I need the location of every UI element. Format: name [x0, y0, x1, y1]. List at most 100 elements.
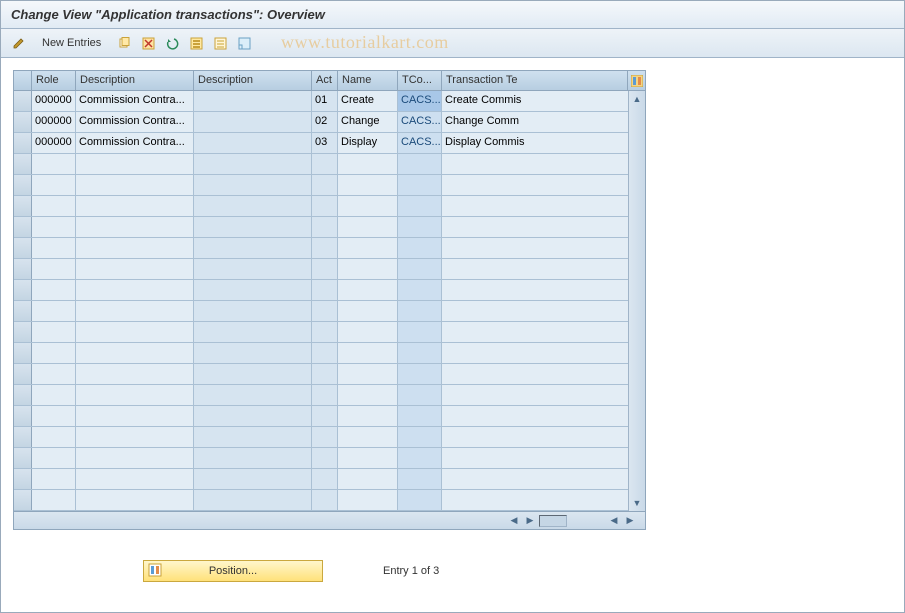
col-transaction-text[interactable]: Transaction Te	[442, 71, 538, 90]
table-row	[14, 196, 645, 217]
cell-role[interactable]: 000000	[32, 133, 76, 153]
cell-desc2	[194, 448, 312, 468]
entry-counter: Entry 1 of 3	[383, 565, 439, 577]
cell-act	[312, 385, 338, 405]
scroll-left-2-icon[interactable]: ◀	[607, 514, 621, 528]
row-selector[interactable]	[14, 385, 32, 405]
cell-act	[312, 217, 338, 237]
toggle-change-icon[interactable]	[9, 33, 29, 53]
undo-icon[interactable]	[162, 33, 182, 53]
cell-name[interactable]: Change	[338, 112, 398, 132]
cell-desc2[interactable]	[194, 91, 312, 111]
cell-desc2[interactable]	[194, 112, 312, 132]
cell-desc2	[194, 196, 312, 216]
cell-tcode[interactable]: CACS...	[398, 91, 442, 111]
cell-trtext	[442, 490, 538, 510]
table-row	[14, 448, 645, 469]
cell-desc1	[76, 196, 194, 216]
cell-name[interactable]: Create	[338, 91, 398, 111]
table-row	[14, 217, 645, 238]
cell-desc1	[76, 217, 194, 237]
row-selector[interactable]	[14, 217, 32, 237]
scroll-down-icon[interactable]: ▼	[629, 495, 645, 511]
cell-desc2	[194, 259, 312, 279]
cell-tcode	[398, 427, 442, 447]
cell-act[interactable]: 01	[312, 91, 338, 111]
row-selector[interactable]	[14, 427, 32, 447]
table-row	[14, 343, 645, 364]
row-selector[interactable]	[14, 448, 32, 468]
col-description-2[interactable]: Description	[194, 71, 312, 90]
scroll-left-icon[interactable]: ◀	[507, 514, 521, 528]
scroll-right-icon[interactable]: ▶	[523, 514, 537, 528]
cell-trtext[interactable]: Display Commis	[442, 133, 538, 153]
cell-role[interactable]: 000000	[32, 112, 76, 132]
row-selector[interactable]	[14, 91, 32, 111]
table-settings-icon[interactable]	[234, 33, 254, 53]
row-selector[interactable]	[14, 280, 32, 300]
cell-desc1	[76, 469, 194, 489]
col-description-1[interactable]: Description	[76, 71, 194, 90]
cell-name	[338, 259, 398, 279]
table-row	[14, 469, 645, 490]
col-tcode[interactable]: TCo...	[398, 71, 442, 90]
cell-act[interactable]: 03	[312, 133, 338, 153]
cell-tcode	[398, 385, 442, 405]
table-row	[14, 154, 645, 175]
cell-name	[338, 427, 398, 447]
cell-tcode	[398, 217, 442, 237]
delete-icon[interactable]	[138, 33, 158, 53]
row-selector[interactable]	[14, 175, 32, 195]
deselect-all-icon[interactable]	[210, 33, 230, 53]
cell-act[interactable]: 02	[312, 112, 338, 132]
select-all-header[interactable]	[14, 71, 32, 90]
cell-tcode[interactable]: CACS...	[398, 133, 442, 153]
scroll-right-2-icon[interactable]: ▶	[623, 514, 637, 528]
row-selector[interactable]	[14, 196, 32, 216]
table-row	[14, 322, 645, 343]
cell-desc2	[194, 343, 312, 363]
vertical-scrollbar[interactable]: ▲ ▼	[628, 91, 645, 511]
cell-trtext[interactable]: Change Comm	[442, 112, 538, 132]
cell-desc2[interactable]	[194, 133, 312, 153]
row-selector[interactable]	[14, 469, 32, 489]
row-selector[interactable]	[14, 301, 32, 321]
row-selector[interactable]	[14, 154, 32, 174]
row-selector[interactable]	[14, 133, 32, 153]
cell-role[interactable]: 000000	[32, 91, 76, 111]
row-selector[interactable]	[14, 364, 32, 384]
copy-icon[interactable]	[114, 33, 134, 53]
position-button[interactable]: Position...	[143, 560, 323, 582]
position-icon	[148, 563, 162, 580]
row-selector[interactable]	[14, 406, 32, 426]
cell-name	[338, 196, 398, 216]
cell-trtext[interactable]: Create Commis	[442, 91, 538, 111]
row-selector[interactable]	[14, 343, 32, 363]
select-all-icon[interactable]	[186, 33, 206, 53]
configure-columns-icon[interactable]	[627, 71, 645, 91]
col-act[interactable]: Act	[312, 71, 338, 90]
cell-desc1	[76, 385, 194, 405]
cell-desc1[interactable]: Commission Contra...	[76, 91, 194, 111]
row-selector[interactable]	[14, 490, 32, 510]
table-row	[14, 427, 645, 448]
scroll-track[interactable]	[539, 515, 567, 527]
cell-tcode[interactable]: CACS...	[398, 112, 442, 132]
row-selector[interactable]	[14, 238, 32, 258]
col-role[interactable]: Role	[32, 71, 76, 90]
cell-desc1[interactable]: Commission Contra...	[76, 112, 194, 132]
cell-desc2	[194, 238, 312, 258]
cell-desc2	[194, 280, 312, 300]
cell-desc1[interactable]: Commission Contra...	[76, 133, 194, 153]
cell-desc2	[194, 217, 312, 237]
row-selector[interactable]	[14, 112, 32, 132]
row-selector[interactable]	[14, 259, 32, 279]
col-name[interactable]: Name	[338, 71, 398, 90]
cell-role	[32, 427, 76, 447]
cell-name[interactable]: Display	[338, 133, 398, 153]
row-selector[interactable]	[14, 322, 32, 342]
cell-trtext	[442, 469, 538, 489]
data-grid: Role Description Description Act Name TC…	[13, 70, 646, 530]
new-entries-button[interactable]: New Entries	[33, 33, 110, 53]
scroll-up-icon[interactable]: ▲	[629, 91, 645, 107]
